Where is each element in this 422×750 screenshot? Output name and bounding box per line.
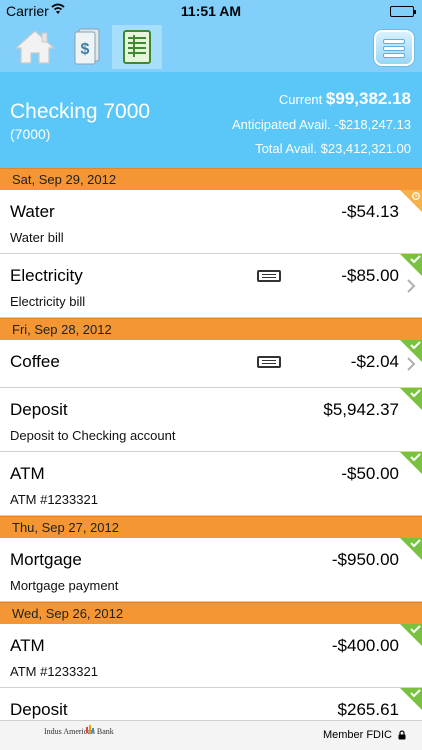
toolbar: $ (0, 22, 422, 72)
register-icon (123, 30, 151, 64)
amount: -$50.00 (341, 464, 399, 483)
amount: -$950.00 (331, 550, 399, 569)
date-header: Thu, Sep 27, 2012 (0, 516, 422, 538)
transaction-row[interactable]: Deposit Deposit to Checking account $5,9… (0, 388, 422, 452)
cleared-check-icon (400, 624, 422, 646)
transaction-row[interactable]: ATM ATM #1233321 -$400.00 (0, 624, 422, 688)
payee: ATM (10, 464, 45, 483)
payee: Mortgage (10, 550, 82, 569)
cleared-check-icon (400, 538, 422, 560)
note-icon (257, 270, 281, 282)
date-header: Wed, Sep 26, 2012 (0, 602, 422, 624)
clock: 11:51 AM (180, 3, 242, 19)
transaction-row[interactable]: Electricity Electricity bill -$85.00 (0, 254, 422, 318)
pending-clock-icon (400, 190, 422, 212)
account-name: Checking 7000 (10, 100, 151, 123)
lock-icon (398, 730, 406, 740)
bank-logo-icon (86, 725, 94, 733)
home-button[interactable] (10, 25, 60, 69)
transaction-row[interactable]: Coffee -$2.04 (0, 340, 422, 388)
payee: Electricity (10, 266, 83, 285)
anticipated-balance: Anticipated Avail. -$218,247.13 (231, 117, 411, 132)
cleared-check-icon (400, 254, 422, 276)
svg-text:$: $ (81, 41, 90, 58)
memo: Deposit to Checking account (10, 428, 176, 443)
menu-button[interactable] (374, 30, 414, 66)
account-summary: Checking 7000 (7000) Current $99,382.18 … (0, 72, 422, 168)
menu-icon (384, 39, 404, 43)
cleared-check-icon (400, 452, 422, 474)
transaction-row[interactable]: ATM ATM #1233321 -$50.00 (0, 452, 422, 516)
battery-icon (390, 6, 416, 17)
memo: Water bill (10, 230, 64, 245)
note-icon (257, 356, 281, 368)
memo: ATM #1233321 (10, 492, 98, 507)
memo: Electricity bill (10, 294, 86, 309)
payee: ATM (10, 636, 45, 655)
member-fdic: Member FDIC (323, 729, 406, 741)
amount: -$85.00 (341, 266, 399, 285)
date-header: Sat, Sep 29, 2012 (0, 168, 422, 190)
date-header: Fri, Sep 28, 2012 (0, 318, 422, 340)
footer: Indus American Bank Member FDIC (0, 720, 422, 750)
memo: Mortgage payment (10, 578, 119, 593)
payee: Deposit (10, 700, 68, 719)
memo: ATM #1233321 (10, 664, 98, 679)
payee: Coffee (10, 352, 60, 371)
current-balance: Current $99,382.18 (278, 89, 411, 108)
cleared-check-icon (400, 688, 422, 710)
amount: -$2.04 (350, 352, 399, 371)
cleared-check-icon (400, 388, 422, 410)
cleared-check-icon (400, 340, 422, 362)
transaction-row[interactable]: Water Water bill -$54.13 (0, 190, 422, 254)
amount: $265.61 (337, 700, 399, 719)
account-number: (7000) (10, 126, 51, 142)
transaction-row[interactable]: Mortgage Mortgage payment -$950.00 (0, 538, 422, 602)
amount: $5,942.37 (323, 400, 399, 419)
amount: -$400.00 (331, 636, 399, 655)
cash-icon: $ (74, 28, 100, 65)
register-button[interactable] (112, 25, 162, 69)
status-bar: Carrier 11:51 AM (0, 0, 422, 22)
payee: Deposit (10, 400, 68, 419)
payee: Water (10, 202, 55, 221)
chevron-right-icon (407, 279, 416, 293)
home-icon (14, 30, 56, 64)
amount: -$54.13 (341, 202, 399, 221)
transaction-list[interactable]: Sat, Sep 29, 2012 Water Water bill -$54.… (0, 168, 422, 750)
cash-button[interactable]: $ (62, 25, 112, 69)
total-balance: Total Avail. $23,412,321.00 (255, 141, 411, 156)
bank-logo: Indus American Bank (44, 725, 114, 736)
